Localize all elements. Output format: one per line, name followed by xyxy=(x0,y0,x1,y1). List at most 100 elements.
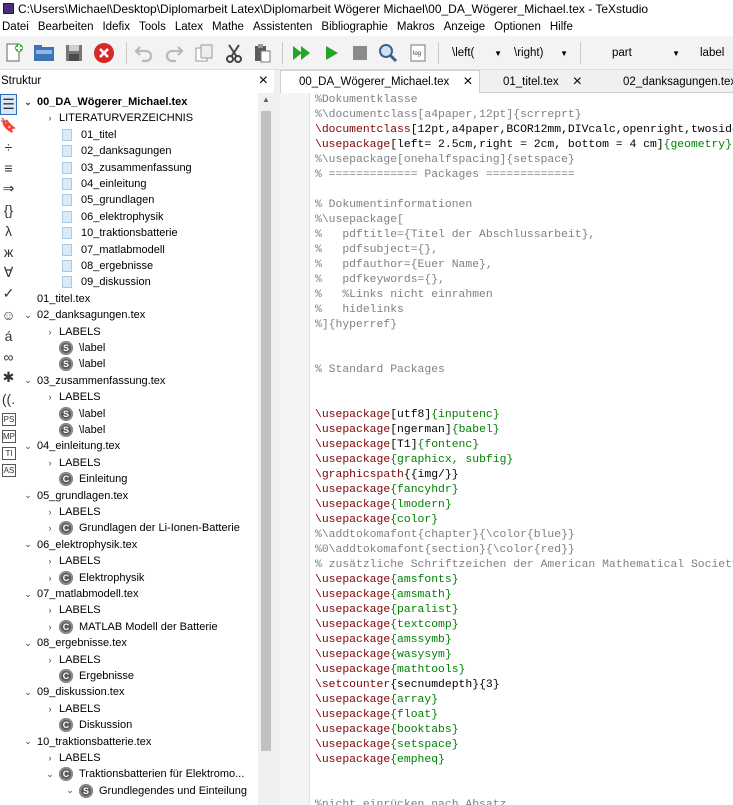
tree-item[interactable]: › LABELS xyxy=(45,504,101,520)
tree-item[interactable]: C Einleitung xyxy=(45,471,127,487)
expanded-arrow-icon[interactable]: ⌄ xyxy=(23,589,33,600)
menu-tools[interactable]: Tools xyxy=(137,21,173,33)
collapsed-arrow-icon[interactable]: › xyxy=(45,556,55,566)
tree-item[interactable]: ⌄ 08_ergebnisse.tex xyxy=(23,635,127,651)
pstricks-icon[interactable]: PS xyxy=(2,413,16,426)
new-file-icon[interactable] xyxy=(2,41,26,65)
tree-item[interactable]: 07_matlabmodell xyxy=(62,242,165,258)
relations-icon[interactable]: ≡ xyxy=(0,157,17,178)
greek-icon[interactable]: λ xyxy=(0,220,17,241)
collapsed-arrow-icon[interactable]: › xyxy=(45,392,55,402)
tree-item[interactable]: 10_traktionsbatterie xyxy=(62,225,178,241)
tree-item[interactable]: S \label xyxy=(45,422,105,438)
left-delimiter-combo[interactable]: \left(▼ xyxy=(450,43,508,63)
menu-hilfe[interactable]: Hilfe xyxy=(548,21,580,33)
tree-item[interactable]: › LABELS xyxy=(45,389,101,405)
expanded-arrow-icon[interactable]: ⌄ xyxy=(23,687,33,698)
view-pdf-icon[interactable] xyxy=(376,41,400,65)
tree-item[interactable]: ⌄ S Grundlegendes und Einteilung xyxy=(65,783,247,799)
part-combo[interactable]: part ▼ xyxy=(592,43,686,63)
save-icon[interactable] xyxy=(62,41,86,65)
tree-item[interactable]: › C Grundlagen der Li-Ionen-Batterie xyxy=(45,520,240,536)
scrollbar-thumb[interactable] xyxy=(261,111,271,751)
tree-item[interactable]: › LABELS xyxy=(45,750,101,766)
collapsed-arrow-icon[interactable]: › xyxy=(45,113,55,123)
tree-item[interactable]: ⌄ C Traktionsbatterien für Elektromo... xyxy=(45,766,244,782)
close-document-icon[interactable] xyxy=(92,41,116,65)
expanded-arrow-icon[interactable]: ⌄ xyxy=(23,490,33,501)
tree-item[interactable]: 03_zusammenfassung xyxy=(62,160,192,176)
menu-assistenten[interactable]: Assistenten xyxy=(251,21,319,33)
cyrillic-icon[interactable]: ж xyxy=(0,241,17,262)
tree-item[interactable]: › C Elektrophysik xyxy=(45,570,144,586)
tree-item[interactable]: › LABELS xyxy=(45,602,101,618)
tikz-icon[interactable]: TI xyxy=(2,447,16,460)
expanded-arrow-icon[interactable]: ⌄ xyxy=(23,539,33,550)
tree-item[interactable]: 01_titel.tex xyxy=(23,291,90,307)
collapsed-arrow-icon[interactable]: › xyxy=(45,507,55,517)
tree-item[interactable]: ⌄ 02_danksagungen.tex xyxy=(23,307,145,323)
code-editor[interactable]: %Dokumentklasse %\documentclass[a4paper,1… xyxy=(311,93,733,805)
tree-item[interactable]: 08_ergebnisse xyxy=(62,258,153,274)
stop-icon[interactable] xyxy=(348,41,372,65)
collapsed-arrow-icon[interactable]: › xyxy=(45,327,55,337)
tree-item[interactable]: › LABELS xyxy=(45,455,101,471)
close-icon[interactable]: × xyxy=(259,73,268,89)
tree-item[interactable]: › LABELS xyxy=(45,553,101,569)
expanded-arrow-icon[interactable]: ⌄ xyxy=(65,785,75,796)
tree-item[interactable]: › C MATLAB Modell der Batterie xyxy=(45,619,218,635)
tree-item[interactable]: ⌄ 05_grundlagen.tex xyxy=(23,488,128,504)
tree-item[interactable]: 09_diskussion xyxy=(62,274,151,290)
tree-item[interactable]: 05_grundlagen xyxy=(62,192,154,208)
menu-makros[interactable]: Makros xyxy=(395,21,442,33)
arrows-icon[interactable]: ⇒ xyxy=(0,178,17,199)
copy-icon[interactable] xyxy=(192,41,216,65)
tree-item[interactable]: ⌄ 09_diskussion.tex xyxy=(23,684,124,700)
tree-item[interactable]: ⌄ 00_DA_Wögerer_Michael.tex xyxy=(23,94,187,110)
expanded-arrow-icon[interactable]: ⌄ xyxy=(23,375,33,386)
tree-item[interactable]: ⌄ 06_elektrophysik.tex xyxy=(23,537,137,553)
tree-item[interactable]: 01_titel xyxy=(62,127,116,143)
brackets-icon[interactable]: ((. xyxy=(0,388,17,409)
close-icon[interactable]: × xyxy=(463,74,472,90)
tree-item[interactable]: 04_einleitung xyxy=(62,176,146,192)
bookmarks-icon[interactable]: 🔖 xyxy=(0,115,17,136)
special-icon[interactable]: ∞ xyxy=(0,346,17,367)
menu-bibliographie[interactable]: Bibliographie xyxy=(319,21,395,33)
asymptote-icon[interactable]: AS xyxy=(2,464,16,477)
toc-icon[interactable]: ☰ xyxy=(0,94,17,115)
tree-item[interactable]: ⌄ 04_einleitung.tex xyxy=(23,438,120,454)
tab-02-danksagungen[interactable]: 02_danksagungen.tex xyxy=(605,70,733,93)
collapsed-arrow-icon[interactable]: › xyxy=(45,753,55,763)
misc-math-icon[interactable]: ∀ xyxy=(0,262,17,283)
collapsed-arrow-icon[interactable]: › xyxy=(45,573,55,583)
open-file-icon[interactable] xyxy=(32,41,56,65)
collapsed-arrow-icon[interactable]: › xyxy=(45,605,55,615)
menu-mathe[interactable]: Mathe xyxy=(210,21,251,33)
tree-item[interactable]: C Diskussion xyxy=(45,717,132,733)
collapsed-arrow-icon[interactable]: › xyxy=(45,655,55,665)
collapsed-arrow-icon[interactable]: › xyxy=(45,523,55,533)
tree-item[interactable]: 06_elektrophysik xyxy=(62,209,164,225)
expanded-arrow-icon[interactable]: ⌄ xyxy=(23,441,33,452)
wasysym-icon[interactable]: ☺ xyxy=(0,304,17,325)
operators-icon[interactable]: ÷ xyxy=(0,136,17,157)
metapost-icon[interactable]: MP xyxy=(2,430,16,443)
expanded-arrow-icon[interactable]: ⌄ xyxy=(23,97,33,108)
redo-icon[interactable] xyxy=(162,41,186,65)
build-view-icon[interactable] xyxy=(290,41,314,65)
cut-icon[interactable] xyxy=(222,41,246,65)
paste-icon[interactable] xyxy=(250,41,274,65)
menu-latex[interactable]: Latex xyxy=(173,21,210,33)
label-combo[interactable]: label xyxy=(690,43,733,63)
expanded-arrow-icon[interactable]: ⌄ xyxy=(45,769,55,780)
expanded-arrow-icon[interactable]: ⌄ xyxy=(23,736,33,747)
tree-item[interactable]: › LABELS xyxy=(45,324,101,340)
tree-item[interactable]: S \label xyxy=(45,356,105,372)
collapsed-arrow-icon[interactable]: › xyxy=(45,458,55,468)
tree-item[interactable]: ⌄ 07_matlabmodell.tex xyxy=(23,586,138,602)
menu-datei[interactable]: Datei xyxy=(0,21,36,33)
right-delimiter-combo[interactable]: \right) ▼ xyxy=(512,43,574,63)
tree-item[interactable]: ⌄ 03_zusammenfassung.tex xyxy=(23,373,165,389)
tree-item[interactable]: S \label xyxy=(45,340,105,356)
